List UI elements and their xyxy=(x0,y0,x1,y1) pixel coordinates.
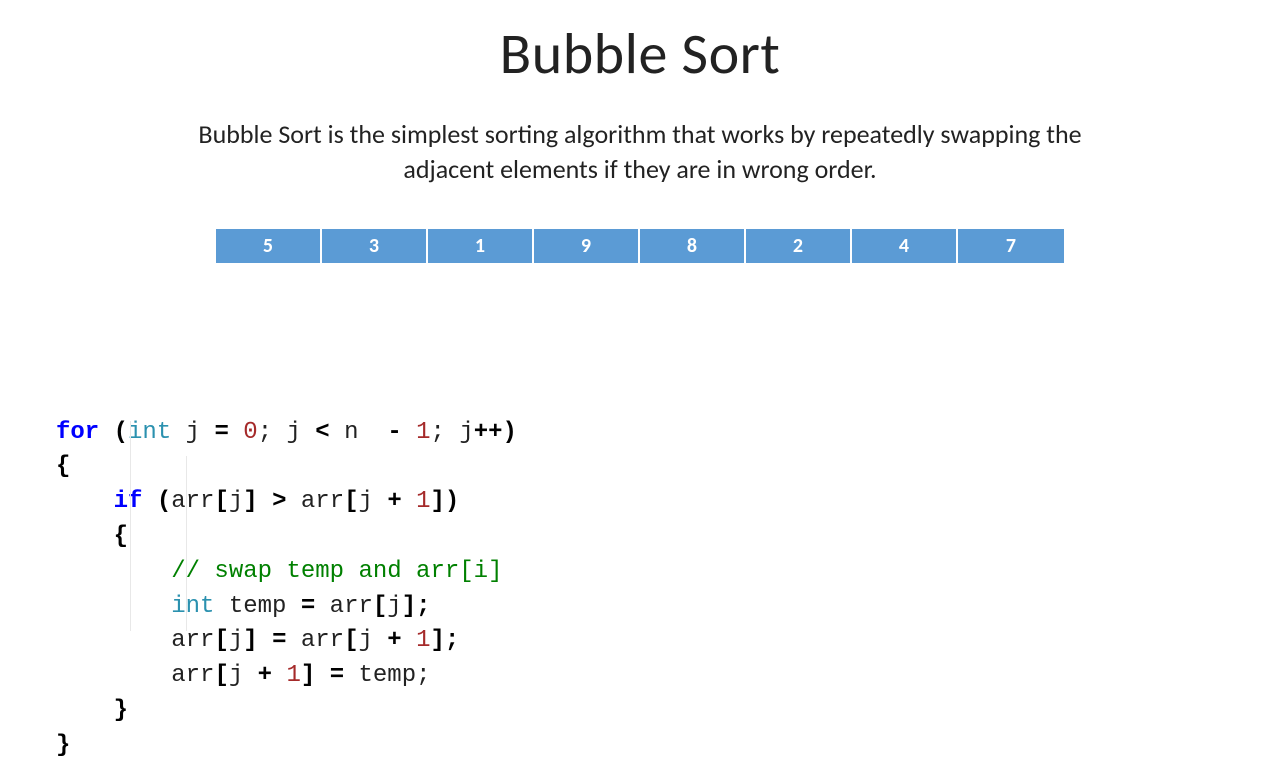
code-token xyxy=(56,523,114,550)
indent-guide xyxy=(130,421,131,631)
array-cell: 1 xyxy=(428,229,534,263)
code-line: arr[j] = arr[j + 1]; xyxy=(56,624,1280,659)
code-line: } xyxy=(56,729,1280,764)
code-token xyxy=(402,419,416,446)
code-token: ( xyxy=(157,488,171,515)
code-line: { xyxy=(56,450,1280,485)
code-token: // swap temp and arr[i] xyxy=(171,558,502,585)
code-token xyxy=(258,488,272,515)
code-line: // swap temp and arr[i] xyxy=(56,555,1280,590)
code-token: ] xyxy=(301,662,315,689)
code-token xyxy=(56,488,114,515)
code-token: ; j xyxy=(431,419,474,446)
code-line: } xyxy=(56,694,1280,729)
array-cell: 3 xyxy=(322,229,428,263)
code-token: j xyxy=(358,627,387,654)
code-token xyxy=(99,419,113,446)
indent-guide xyxy=(186,456,187,631)
code-token: 1 xyxy=(286,662,300,689)
code-token: = xyxy=(330,662,344,689)
code-token xyxy=(258,627,272,654)
code-token: ]) xyxy=(431,488,460,515)
description-text: Bubble Sort is the simplest sorting algo… xyxy=(160,117,1120,187)
code-token: ]; xyxy=(402,593,431,620)
array-cell: 9 xyxy=(534,229,640,263)
code-line: arr[j + 1] = temp; xyxy=(56,659,1280,694)
code-token: = xyxy=(301,593,315,620)
code-snippet: for (int j = 0; j < n - 1; j++){ if (arr… xyxy=(56,311,1280,763)
code-token: j xyxy=(387,593,401,620)
code-token: ; j xyxy=(258,419,316,446)
code-token: arr xyxy=(286,488,344,515)
code-token: ]; xyxy=(431,627,460,654)
code-token: 1 xyxy=(416,488,430,515)
code-token: arr xyxy=(56,662,214,689)
code-token: + xyxy=(387,488,401,515)
code-token: int xyxy=(171,593,214,620)
array-visualization: 53198247 xyxy=(0,229,1280,263)
code-token: { xyxy=(114,523,128,550)
code-token: arr xyxy=(56,627,214,654)
code-token xyxy=(315,662,329,689)
code-token: 1 xyxy=(416,419,430,446)
code-token: > xyxy=(272,488,286,515)
code-line: int temp = arr[j]; xyxy=(56,590,1280,625)
code-token: + xyxy=(387,627,401,654)
code-token: < xyxy=(315,419,329,446)
code-token: temp xyxy=(214,593,300,620)
array-cell: 5 xyxy=(216,229,322,263)
code-token: ( xyxy=(114,419,128,446)
code-token: [ xyxy=(214,627,228,654)
array-cell: 2 xyxy=(746,229,852,263)
code-token xyxy=(272,662,286,689)
code-token xyxy=(402,488,416,515)
code-token: j xyxy=(359,488,388,515)
code-token: arr xyxy=(286,627,344,654)
code-line: for (int j = 0; j < n - 1; j++) xyxy=(56,416,1280,451)
code-token: j xyxy=(171,419,214,446)
code-token: = xyxy=(214,419,228,446)
code-token: j xyxy=(229,488,243,515)
code-token: [ xyxy=(344,488,358,515)
code-line: if (arr[j] > arr[j + 1]) xyxy=(56,485,1280,520)
code-token: arr xyxy=(171,488,214,515)
code-token: [ xyxy=(344,627,358,654)
code-line: { xyxy=(56,520,1280,555)
code-token: - xyxy=(387,419,401,446)
code-token xyxy=(56,558,171,585)
code-token: temp; xyxy=(344,662,430,689)
array-cell: 4 xyxy=(852,229,958,263)
page-title: Bubble Sort xyxy=(0,18,1280,89)
code-token xyxy=(229,419,243,446)
code-token: [ xyxy=(214,662,228,689)
array-cell: 7 xyxy=(958,229,1064,263)
code-token: = xyxy=(272,627,286,654)
code-token: ++) xyxy=(474,419,517,446)
code-token: for xyxy=(56,419,99,446)
code-token: arr xyxy=(315,593,373,620)
code-token: j xyxy=(229,627,243,654)
code-token: int xyxy=(128,419,171,446)
code-token xyxy=(142,488,156,515)
code-token: 1 xyxy=(416,627,430,654)
code-token: } xyxy=(56,732,70,759)
code-token: ] xyxy=(243,488,257,515)
code-token xyxy=(56,593,171,620)
code-token: [ xyxy=(214,488,228,515)
code-token: n xyxy=(330,419,388,446)
code-token: ] xyxy=(243,627,257,654)
code-token: j xyxy=(229,662,258,689)
code-token: if xyxy=(114,488,143,515)
array-cell: 8 xyxy=(640,229,746,263)
code-token: [ xyxy=(373,593,387,620)
code-token: 0 xyxy=(243,419,257,446)
code-token: { xyxy=(56,453,70,480)
code-token: + xyxy=(258,662,272,689)
code-token xyxy=(402,627,416,654)
